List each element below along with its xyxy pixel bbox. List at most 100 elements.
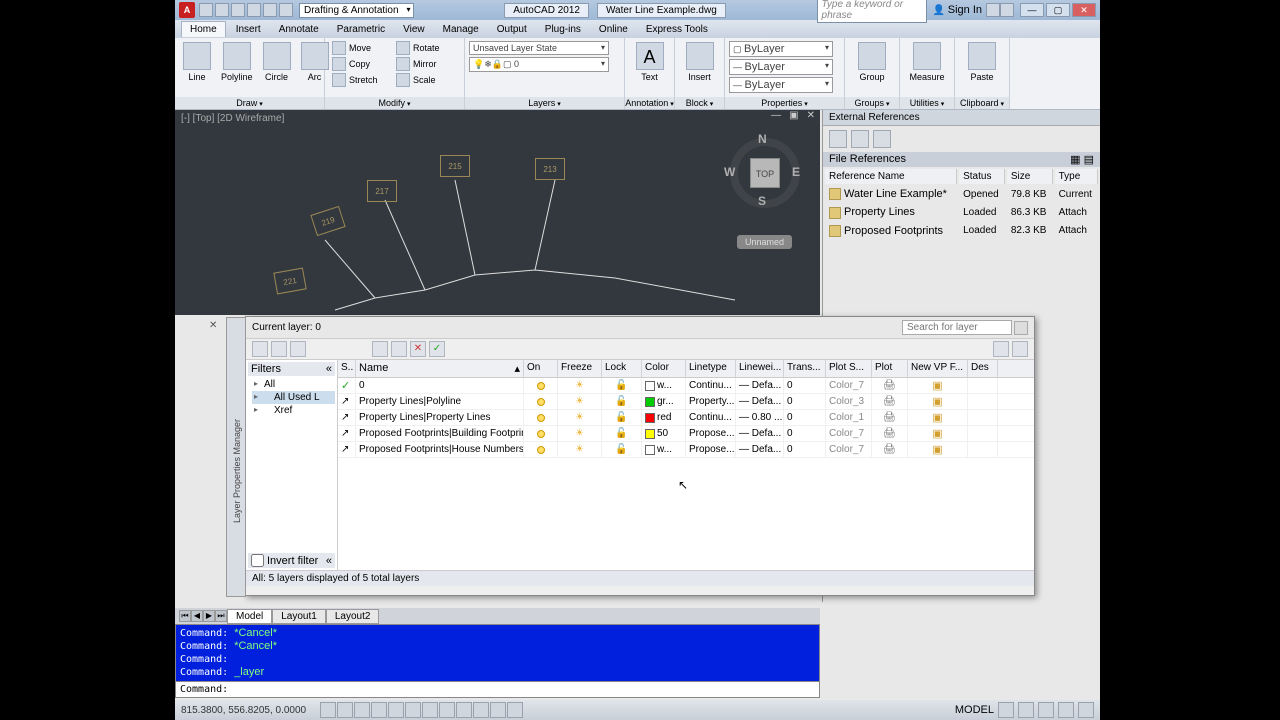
on-bulb-icon[interactable]: [537, 446, 545, 454]
filter-all[interactable]: All: [252, 378, 335, 391]
delete-layer-icon[interactable]: [290, 341, 306, 357]
scale-button[interactable]: Scale: [393, 72, 443, 88]
tab-output[interactable]: Output: [489, 22, 535, 37]
lineweight-dropdown[interactable]: — ByLayer: [729, 59, 833, 75]
plot-icon[interactable]: 🖨: [883, 396, 896, 407]
polyline-button[interactable]: Polyline: [217, 40, 257, 84]
doc-minimize-icon[interactable]: —: [768, 110, 784, 121]
layer-states-icon[interactable]: [372, 341, 388, 357]
tab-express[interactable]: Express Tools: [638, 22, 716, 37]
col-description[interactable]: Des: [968, 360, 998, 377]
grid-button[interactable]: [337, 702, 353, 718]
layer-dropdown[interactable]: 💡❄🔒▢ 0: [469, 57, 609, 72]
filter-xref[interactable]: Xref: [252, 404, 335, 417]
freeze-sun-icon[interactable]: ☀: [575, 412, 584, 423]
xref-refresh-icon[interactable]: [851, 130, 869, 148]
tab-online[interactable]: Online: [591, 22, 636, 37]
sb-icon[interactable]: [1018, 702, 1034, 718]
drawing-canvas[interactable]: [-] [Top] [2D Wireframe] — ▣ ✕ 215 213 2…: [175, 110, 820, 315]
col-plotstyle[interactable]: Plot S...: [826, 360, 872, 377]
freeze-sun-icon[interactable]: ☀: [575, 380, 584, 391]
group-button[interactable]: Group: [849, 40, 895, 84]
ortho-button[interactable]: [354, 702, 370, 718]
layer-row[interactable]: ✓ 0 ☀ 🔓 w... Continu... — Defa... 0 Colo…: [338, 378, 1034, 394]
col-on[interactable]: On: [524, 360, 558, 377]
qat-undo-icon[interactable]: [247, 3, 261, 17]
help-search-input[interactable]: Type a keyword or phrase: [817, 0, 927, 23]
sb-icon[interactable]: [1058, 702, 1074, 718]
close-button[interactable]: ✕: [1072, 3, 1096, 17]
freeze-sun-icon[interactable]: ☀: [575, 444, 584, 455]
minimize-button[interactable]: —: [1020, 3, 1044, 17]
doc-close-icon[interactable]: ✕: [804, 110, 818, 121]
sb-icon[interactable]: [998, 702, 1014, 718]
view-unnamed[interactable]: Unnamed: [737, 235, 792, 249]
xref-row[interactable]: Proposed FootprintsLoaded82.3 KBAttach: [825, 223, 1098, 239]
qat-open-icon[interactable]: [215, 3, 229, 17]
on-bulb-icon[interactable]: [537, 398, 545, 406]
new-layer-icon[interactable]: [252, 341, 268, 357]
doc-restore-icon[interactable]: ▣: [786, 110, 801, 121]
panel-draw[interactable]: Draw: [175, 97, 324, 109]
tab-prev-icon[interactable]: ◀: [191, 610, 203, 622]
polar-button[interactable]: [371, 702, 387, 718]
maximize-button[interactable]: ▢: [1046, 3, 1070, 17]
color-dropdown[interactable]: ▢ ByLayer: [729, 41, 833, 57]
filter-all-used[interactable]: All Used L: [252, 391, 335, 404]
lock-icon[interactable]: 🔓: [615, 428, 627, 439]
on-bulb-icon[interactable]: [537, 430, 545, 438]
qat-print-icon[interactable]: [279, 3, 293, 17]
tab-layout1[interactable]: Layout1: [272, 609, 326, 624]
qat-new-icon[interactable]: [199, 3, 213, 17]
collapse-icon[interactable]: «: [326, 363, 332, 375]
qp-button[interactable]: [473, 702, 489, 718]
plot-icon[interactable]: 🖨: [883, 428, 896, 439]
tab-last-icon[interactable]: ⏭: [215, 610, 227, 622]
text-button[interactable]: AText: [629, 40, 670, 84]
search-icon[interactable]: [1014, 321, 1028, 335]
tab-home[interactable]: Home: [181, 21, 226, 37]
paste-button[interactable]: Paste: [959, 40, 1005, 84]
newvp-icon[interactable]: ▣: [932, 411, 942, 424]
col-lock[interactable]: Lock: [602, 360, 642, 377]
tab-layout2[interactable]: Layout2: [326, 609, 380, 624]
panel-utilities[interactable]: Utilities: [900, 97, 954, 109]
linetype-dropdown[interactable]: — ByLayer: [729, 77, 833, 93]
panel-properties[interactable]: Properties: [725, 97, 844, 109]
xref-view-icons[interactable]: ▦ ▤: [1070, 153, 1094, 166]
layer-row[interactable]: ↗ Proposed Footprints|Building Footprint…: [338, 426, 1034, 442]
lock-icon[interactable]: 🔓: [615, 444, 627, 455]
signin-link[interactable]: 👤 Sign In: [933, 4, 982, 16]
sb-icon[interactable]: [1078, 702, 1094, 718]
settings-icon[interactable]: [1012, 341, 1028, 357]
model-space-button[interactable]: MODEL: [955, 704, 994, 716]
layer-row[interactable]: ↗ Property Lines|Property Lines ☀ 🔓 red …: [338, 410, 1034, 426]
tab-view[interactable]: View: [395, 22, 433, 37]
new-layer-freeze-icon[interactable]: [271, 341, 287, 357]
tab-next-icon[interactable]: ▶: [203, 610, 215, 622]
rotate-button[interactable]: Rotate: [393, 40, 443, 56]
tab-parametric[interactable]: Parametric: [329, 22, 393, 37]
col-status[interactable]: S..: [338, 360, 356, 377]
layer-search-input[interactable]: [902, 320, 1012, 335]
panel-groups[interactable]: Groups: [845, 97, 899, 109]
xref-row[interactable]: Water Line Example*Opened79.8 KBCurrent: [825, 186, 1098, 202]
layer-row[interactable]: ↗ Property Lines|Polyline ☀ 🔓 gr... Prop…: [338, 394, 1034, 410]
freeze-sun-icon[interactable]: ☀: [575, 428, 584, 439]
col-size[interactable]: Size: [1007, 169, 1053, 184]
command-input[interactable]: Command:: [176, 681, 819, 697]
refresh-icon[interactable]: [993, 341, 1009, 357]
tab-plugins[interactable]: Plug-ins: [537, 22, 589, 37]
xref-row[interactable]: Property LinesLoaded86.3 KBAttach: [825, 204, 1098, 220]
col-linetype[interactable]: Linetype: [686, 360, 736, 377]
viewcube-top[interactable]: TOP: [750, 158, 780, 188]
sb-icon[interactable]: [1038, 702, 1054, 718]
panel-block[interactable]: Block: [675, 97, 724, 109]
palette-close-icon[interactable]: ✕: [209, 320, 217, 331]
panel-clipboard[interactable]: Clipboard: [955, 97, 1009, 109]
panel-modify[interactable]: Modify: [325, 97, 464, 109]
col-transparency[interactable]: Trans...: [784, 360, 826, 377]
col-name[interactable]: Reference Name: [825, 169, 957, 184]
measure-button[interactable]: Measure: [904, 40, 950, 84]
layer-state-dropdown[interactable]: Unsaved Layer State: [469, 41, 609, 55]
